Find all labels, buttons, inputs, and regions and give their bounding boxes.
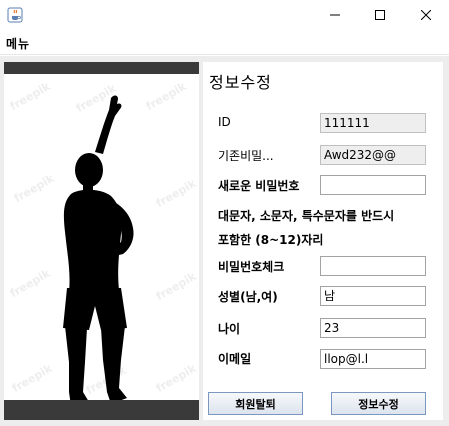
- watermark: freepik: [153, 361, 199, 396]
- form-title: 정보수정: [209, 73, 272, 92]
- menu-bar: 메뉴: [0, 30, 449, 55]
- id-field: 111111: [320, 113, 426, 133]
- old-password-label: 기존비밀...: [218, 149, 274, 163]
- close-icon: [421, 10, 431, 20]
- new-password-label: 새로운 비밀번호: [218, 179, 300, 193]
- minimize-button[interactable]: [312, 0, 358, 30]
- id-label: ID: [218, 115, 231, 129]
- age-label: 나이: [218, 322, 241, 336]
- watermark: freepik: [153, 269, 199, 304]
- stretching-person-silhouette-icon: [63, 95, 134, 406]
- update-info-button[interactable]: 정보수정: [331, 392, 426, 415]
- password-check-label: 비밀번호체크: [218, 260, 285, 274]
- close-button[interactable]: [403, 0, 449, 30]
- main-content: freepik freepik freepik freepik freepik …: [0, 56, 449, 426]
- maximize-icon: [375, 10, 385, 20]
- title-bar: [0, 0, 449, 30]
- email-input[interactable]: llop@l.l: [320, 349, 426, 369]
- gender-input[interactable]: 남: [320, 286, 426, 306]
- password-check-input[interactable]: [320, 256, 426, 276]
- age-input[interactable]: 23: [320, 318, 426, 338]
- minimize-icon: [330, 14, 340, 16]
- withdraw-button[interactable]: 회원탈퇴: [208, 392, 303, 415]
- java-cup-icon: [7, 7, 23, 23]
- watermark: freepik: [153, 176, 199, 211]
- image-top-bar: [4, 62, 199, 74]
- new-password-input[interactable]: [320, 175, 426, 195]
- password-hint-line1: 대문자, 소문자, 특수문자를 반드시: [218, 209, 395, 223]
- image-bottom-bar: [4, 400, 199, 420]
- watermark: freepik: [9, 361, 55, 396]
- maximize-button[interactable]: [357, 0, 403, 30]
- menu-main[interactable]: 메뉴: [6, 35, 30, 52]
- profile-image-panel: freepik freepik freepik freepik freepik …: [4, 62, 199, 420]
- watermark: freepik: [7, 266, 53, 301]
- password-hint-line2: 포함한 (8~12)자리: [218, 233, 324, 247]
- gender-label: 성별(남,여): [218, 290, 278, 304]
- email-label: 이메일: [218, 352, 252, 366]
- profile-edit-form: 정보수정 ID 111111 기존비밀... Awd232@@ 새로운 비밀번호…: [203, 62, 443, 420]
- watermark: freepik: [7, 79, 53, 114]
- old-password-field: Awd232@@: [320, 145, 426, 165]
